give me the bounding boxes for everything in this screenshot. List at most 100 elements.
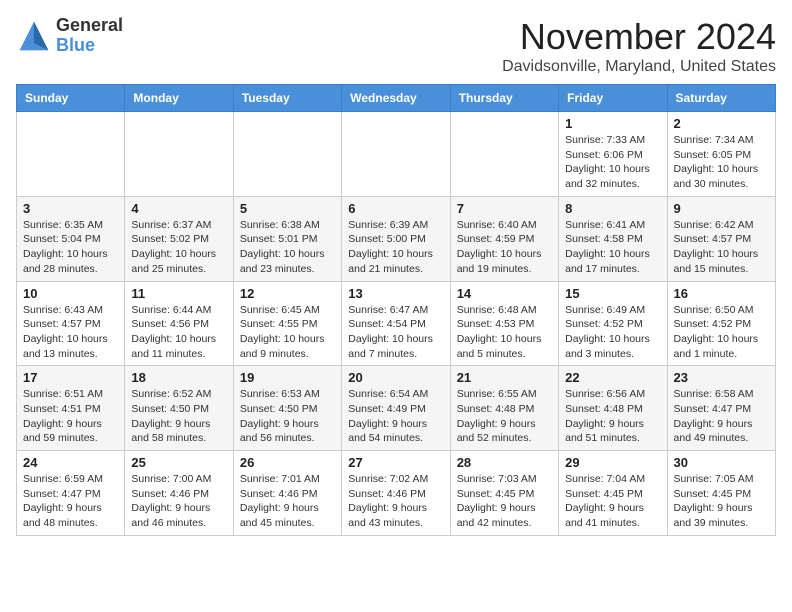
calendar-cell: 28 Sunrise: 7:03 AMSunset: 4:45 PMDayligh… — [450, 451, 558, 536]
calendar-cell: 23Sunrise: 6:58 AMSunset: 4:47 PMDayligh… — [667, 366, 775, 451]
day-number: 6 — [348, 201, 443, 216]
calendar-cell: 1 Sunrise: 7:33 AMSunset: 6:06 PMDaylight… — [559, 112, 667, 197]
day-header-sunday: Sunday — [17, 85, 125, 112]
day-info: Sunrise: 6:37 AMSunset: 5:02 PMDaylight:… — [131, 218, 226, 277]
location-subtitle: Davidsonville, Maryland, United States — [502, 58, 776, 76]
day-header-monday: Monday — [125, 85, 233, 112]
calendar-cell: 12 Sunrise: 6:45 AMSunset: 4:55 PMDayligh… — [233, 281, 341, 366]
calendar-cell: 19 Sunrise: 6:53 AMSunset: 4:50 PMDayligh… — [233, 366, 341, 451]
calendar-cell: 9 Sunrise: 6:42 AMSunset: 4:57 PMDaylight… — [667, 196, 775, 281]
calendar-cell: 26 Sunrise: 7:01 AMSunset: 4:46 PMDayligh… — [233, 451, 341, 536]
day-info: Sunrise: 6:47 AMSunset: 4:54 PMDaylight:… — [348, 303, 443, 362]
day-number: 29 — [565, 455, 660, 470]
day-info: Sunrise: 6:41 AMSunset: 4:58 PMDaylight:… — [565, 218, 660, 277]
day-number: 2 — [674, 116, 769, 131]
day-number: 14 — [457, 286, 552, 301]
day-info: Sunrise: 6:38 AMSunset: 5:01 PMDaylight:… — [240, 218, 335, 277]
logo-general-text: General — [56, 16, 123, 36]
calendar-cell: 10 Sunrise: 6:43 AMSunset: 4:57 PMDayligh… — [17, 281, 125, 366]
calendar-cell: 3 Sunrise: 6:35 AMSunset: 5:04 PMDaylight… — [17, 196, 125, 281]
calendar-cell: 5Sunrise: 6:38 AMSunset: 5:01 PMDaylight… — [233, 196, 341, 281]
calendar-cell: 22Sunrise: 6:56 AMSunset: 4:48 PMDayligh… — [559, 366, 667, 451]
day-info: Sunrise: 6:52 AMSunset: 4:50 PMDaylight:… — [131, 387, 226, 446]
page-header: General Blue November 2024 Davidsonville… — [16, 16, 776, 76]
day-info: Sunrise: 6:59 AMSunset: 4:47 PMDaylight:… — [23, 472, 118, 531]
calendar-cell: 18 Sunrise: 6:52 AMSunset: 4:50 PMDayligh… — [125, 366, 233, 451]
day-number: 3 — [23, 201, 118, 216]
day-info: Sunrise: 6:43 AMSunset: 4:57 PMDaylight:… — [23, 303, 118, 362]
day-header-friday: Friday — [559, 85, 667, 112]
day-number: 13 — [348, 286, 443, 301]
day-number: 22 — [565, 370, 660, 385]
day-info: Sunrise: 6:55 AMSunset: 4:48 PMDaylight:… — [457, 387, 552, 446]
day-info: Sunrise: 7:01 AMSunset: 4:46 PMDaylight:… — [240, 472, 335, 531]
day-info: Sunrise: 6:45 AMSunset: 4:55 PMDaylight:… — [240, 303, 335, 362]
day-number: 4 — [131, 201, 226, 216]
day-info: Sunrise: 7:33 AMSunset: 6:06 PMDaylight:… — [565, 133, 660, 192]
logo: General Blue — [16, 16, 123, 56]
day-info: Sunrise: 6:39 AMSunset: 5:00 PMDaylight:… — [348, 218, 443, 277]
day-number: 16 — [674, 286, 769, 301]
day-number: 15 — [565, 286, 660, 301]
day-number: 26 — [240, 455, 335, 470]
day-header-wednesday: Wednesday — [342, 85, 450, 112]
calendar-cell: 11Sunrise: 6:44 AMSunset: 4:56 PMDayligh… — [125, 281, 233, 366]
day-info: Sunrise: 6:44 AMSunset: 4:56 PMDaylight:… — [131, 303, 226, 362]
day-info: Sunrise: 6:49 AMSunset: 4:52 PMDaylight:… — [565, 303, 660, 362]
day-info: Sunrise: 7:03 AMSunset: 4:45 PMDaylight:… — [457, 472, 552, 531]
day-info: Sunrise: 6:48 AMSunset: 4:53 PMDaylight:… — [457, 303, 552, 362]
day-header-saturday: Saturday — [667, 85, 775, 112]
day-info: Sunrise: 7:04 AMSunset: 4:45 PMDaylight:… — [565, 472, 660, 531]
calendar-cell — [233, 112, 341, 197]
day-number: 1 — [565, 116, 660, 131]
day-number: 21 — [457, 370, 552, 385]
day-info: Sunrise: 7:05 AMSunset: 4:45 PMDaylight:… — [674, 472, 769, 531]
calendar-cell — [342, 112, 450, 197]
calendar-cell: 14 Sunrise: 6:48 AMSunset: 4:53 PMDayligh… — [450, 281, 558, 366]
calendar-cell: 16 Sunrise: 6:50 AMSunset: 4:52 PMDayligh… — [667, 281, 775, 366]
day-number: 20 — [348, 370, 443, 385]
day-number: 10 — [23, 286, 118, 301]
day-number: 12 — [240, 286, 335, 301]
day-info: Sunrise: 6:40 AMSunset: 4:59 PMDaylight:… — [457, 218, 552, 277]
logo-icon — [16, 18, 52, 54]
calendar-cell: 6 Sunrise: 6:39 AMSunset: 5:00 PMDaylight… — [342, 196, 450, 281]
title-area: November 2024 Davidsonville, Maryland, U… — [502, 16, 776, 76]
day-number: 24 — [23, 455, 118, 470]
calendar-cell: 2 Sunrise: 7:34 AMSunset: 6:05 PMDaylight… — [667, 112, 775, 197]
logo-blue-text: Blue — [56, 36, 123, 56]
day-number: 19 — [240, 370, 335, 385]
day-info: Sunrise: 6:54 AMSunset: 4:49 PMDaylight:… — [348, 387, 443, 446]
calendar-cell: 7 Sunrise: 6:40 AMSunset: 4:59 PMDaylight… — [450, 196, 558, 281]
calendar-cell: 4 Sunrise: 6:37 AMSunset: 5:02 PMDaylight… — [125, 196, 233, 281]
day-info: Sunrise: 7:34 AMSunset: 6:05 PMDaylight:… — [674, 133, 769, 192]
calendar-cell: 25Sunrise: 7:00 AMSunset: 4:46 PMDayligh… — [125, 451, 233, 536]
calendar-cell: 27 Sunrise: 7:02 AMSunset: 4:46 PMDayligh… — [342, 451, 450, 536]
day-number: 9 — [674, 201, 769, 216]
day-header-tuesday: Tuesday — [233, 85, 341, 112]
calendar-table: SundayMondayTuesdayWednesdayThursdayFrid… — [16, 84, 776, 536]
day-info: Sunrise: 6:35 AMSunset: 5:04 PMDaylight:… — [23, 218, 118, 277]
calendar-cell — [17, 112, 125, 197]
day-info: Sunrise: 7:02 AMSunset: 4:46 PMDaylight:… — [348, 472, 443, 531]
day-number: 8 — [565, 201, 660, 216]
calendar-cell: 21 Sunrise: 6:55 AMSunset: 4:48 PMDayligh… — [450, 366, 558, 451]
calendar-cell: 8 Sunrise: 6:41 AMSunset: 4:58 PMDaylight… — [559, 196, 667, 281]
day-number: 23 — [674, 370, 769, 385]
day-header-thursday: Thursday — [450, 85, 558, 112]
day-info: Sunrise: 6:50 AMSunset: 4:52 PMDaylight:… — [674, 303, 769, 362]
day-info: Sunrise: 6:51 AMSunset: 4:51 PMDaylight:… — [23, 387, 118, 446]
day-number: 25 — [131, 455, 226, 470]
calendar-cell: 17 Sunrise: 6:51 AMSunset: 4:51 PMDayligh… — [17, 366, 125, 451]
calendar-cell: 29 Sunrise: 7:04 AMSunset: 4:45 PMDayligh… — [559, 451, 667, 536]
day-info: Sunrise: 6:42 AMSunset: 4:57 PMDaylight:… — [674, 218, 769, 277]
day-number: 7 — [457, 201, 552, 216]
calendar-cell — [125, 112, 233, 197]
day-number: 18 — [131, 370, 226, 385]
day-number: 27 — [348, 455, 443, 470]
day-info: Sunrise: 6:53 AMSunset: 4:50 PMDaylight:… — [240, 387, 335, 446]
day-number: 28 — [457, 455, 552, 470]
calendar-cell: 20 Sunrise: 6:54 AMSunset: 4:49 PMDayligh… — [342, 366, 450, 451]
day-number: 17 — [23, 370, 118, 385]
calendar-cell: 15 Sunrise: 6:49 AMSunset: 4:52 PMDayligh… — [559, 281, 667, 366]
